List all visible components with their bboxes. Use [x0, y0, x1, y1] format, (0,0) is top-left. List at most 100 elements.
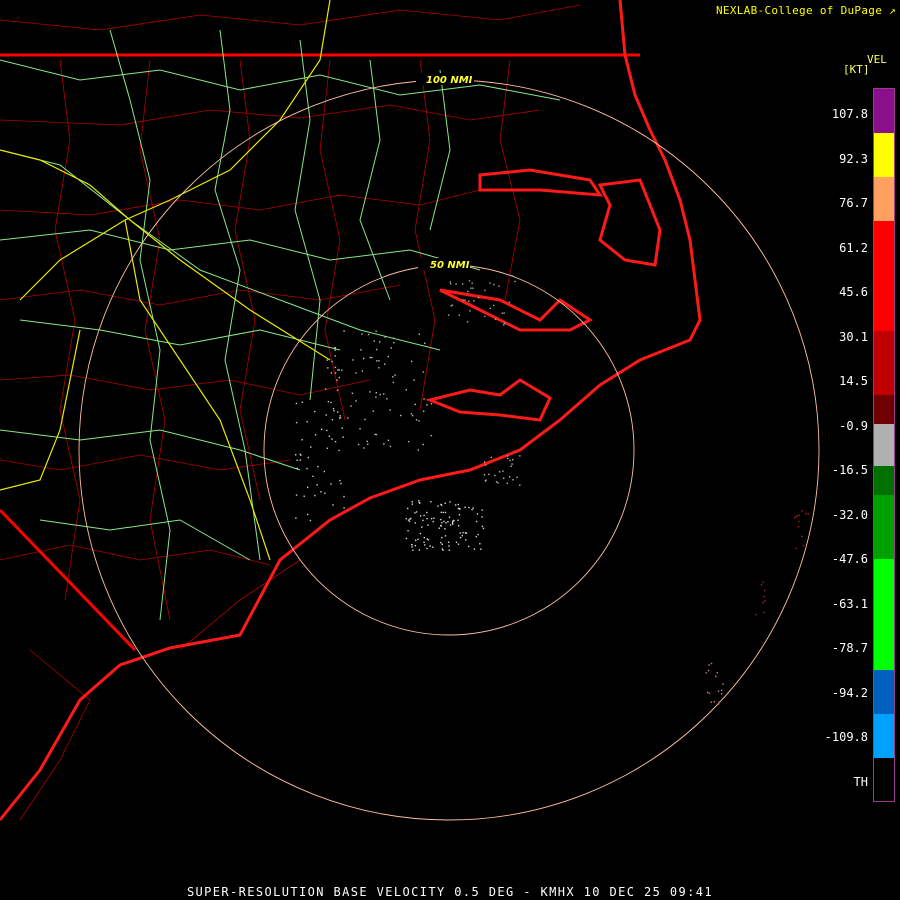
- radar-return: [511, 463, 513, 465]
- radar-return: [477, 533, 479, 536]
- radar-return: [341, 427, 343, 429]
- radar-return: [481, 516, 483, 518]
- radar-return: [451, 522, 454, 524]
- radar-return: [473, 300, 475, 302]
- radar-return: [415, 419, 418, 421]
- radar-return: [763, 595, 765, 598]
- radar-return: [301, 401, 304, 403]
- radar-return: [795, 515, 797, 518]
- radar-return: [343, 495, 345, 498]
- legend-tick-label: 107.8: [831, 107, 868, 121]
- radar-return: [328, 435, 331, 437]
- radar-return: [295, 402, 298, 405]
- radar-return: [343, 330, 345, 332]
- radar-return: [367, 443, 369, 445]
- radar-return: [317, 465, 319, 468]
- radar-return: [484, 315, 486, 318]
- radar-return: [482, 527, 485, 530]
- radar-return: [418, 549, 421, 551]
- radar-return: [407, 519, 410, 521]
- radar-return: [464, 506, 466, 508]
- radar-return: [414, 522, 417, 524]
- range-ring-50: [263, 264, 635, 636]
- radar-return: [361, 370, 364, 372]
- radar-return: [320, 491, 322, 493]
- range-ring-100: [78, 79, 820, 821]
- radar-return: [452, 519, 455, 522]
- radar-return: [371, 356, 373, 359]
- radar-return: [514, 280, 516, 283]
- radar-return: [387, 355, 390, 358]
- colorbar-band: [874, 177, 894, 222]
- radar-return: [316, 484, 318, 486]
- radar-return: [458, 314, 460, 316]
- radar-return: [467, 290, 469, 293]
- radar-return: [720, 689, 723, 692]
- radar-return: [423, 514, 425, 517]
- radar-return: [307, 486, 309, 489]
- radar-return: [451, 523, 454, 525]
- radar-return: [442, 549, 444, 551]
- radar-return: [760, 584, 763, 586]
- radar-return: [483, 461, 486, 463]
- radar-return: [296, 459, 298, 462]
- radar-return: [433, 517, 435, 519]
- radar-return: [333, 347, 336, 349]
- radar-return: [432, 546, 434, 548]
- radar-return: [375, 348, 378, 351]
- radar-return: [483, 474, 486, 476]
- radar-return: [339, 416, 342, 419]
- radar-return: [442, 511, 445, 514]
- radar-return: [481, 525, 484, 528]
- radar-return: [459, 532, 461, 534]
- radar-return: [364, 418, 366, 421]
- radar-return: [331, 438, 333, 440]
- radar-return: [320, 428, 323, 431]
- radar-return: [389, 445, 392, 448]
- radar-return: [424, 342, 426, 344]
- radar-return: [506, 455, 509, 457]
- radar-return: [465, 539, 467, 541]
- ring-label-50-text: 50 NMI: [430, 260, 470, 271]
- radar-return: [411, 503, 414, 505]
- radar-return: [423, 541, 425, 543]
- radar-return: [336, 389, 339, 391]
- radar-return: [440, 518, 442, 521]
- radar-return: [467, 300, 470, 302]
- radar-return: [484, 464, 487, 466]
- radar-return: [331, 360, 333, 363]
- radar-return: [494, 318, 497, 321]
- radar-return: [357, 443, 360, 446]
- radar-return: [466, 321, 469, 323]
- radar-return: [475, 536, 477, 538]
- radar-return: [717, 690, 720, 692]
- radar-return: [449, 501, 451, 503]
- radar-return: [426, 517, 428, 520]
- radar-return: [498, 285, 500, 287]
- radar-return: [341, 369, 343, 371]
- radar-return: [372, 410, 374, 412]
- credit-text: NEXLAB-College of DuPage ↗: [716, 4, 896, 17]
- radar-return: [405, 517, 407, 520]
- radar-return: [503, 312, 505, 314]
- radar-return: [363, 447, 365, 449]
- radar-return: [493, 304, 495, 307]
- radar-return: [459, 508, 461, 510]
- radar-return: [479, 543, 481, 545]
- radar-return: [718, 701, 720, 703]
- radar-return: [443, 520, 445, 523]
- radar-return: [332, 408, 335, 410]
- legend-tick-label: TH: [853, 774, 868, 789]
- radar-return: [447, 521, 449, 523]
- radar-return: [337, 369, 339, 371]
- radar-return: [359, 428, 361, 430]
- radar-return: [333, 410, 335, 412]
- radar-return: [411, 546, 413, 548]
- legend-title: VEL: [867, 53, 887, 66]
- radar-return: [414, 512, 416, 514]
- colorbar-band: [874, 89, 894, 134]
- radar-return: [351, 392, 354, 395]
- colorbar-band: [874, 466, 894, 495]
- radar-return: [386, 398, 388, 400]
- radar-return: [334, 366, 337, 369]
